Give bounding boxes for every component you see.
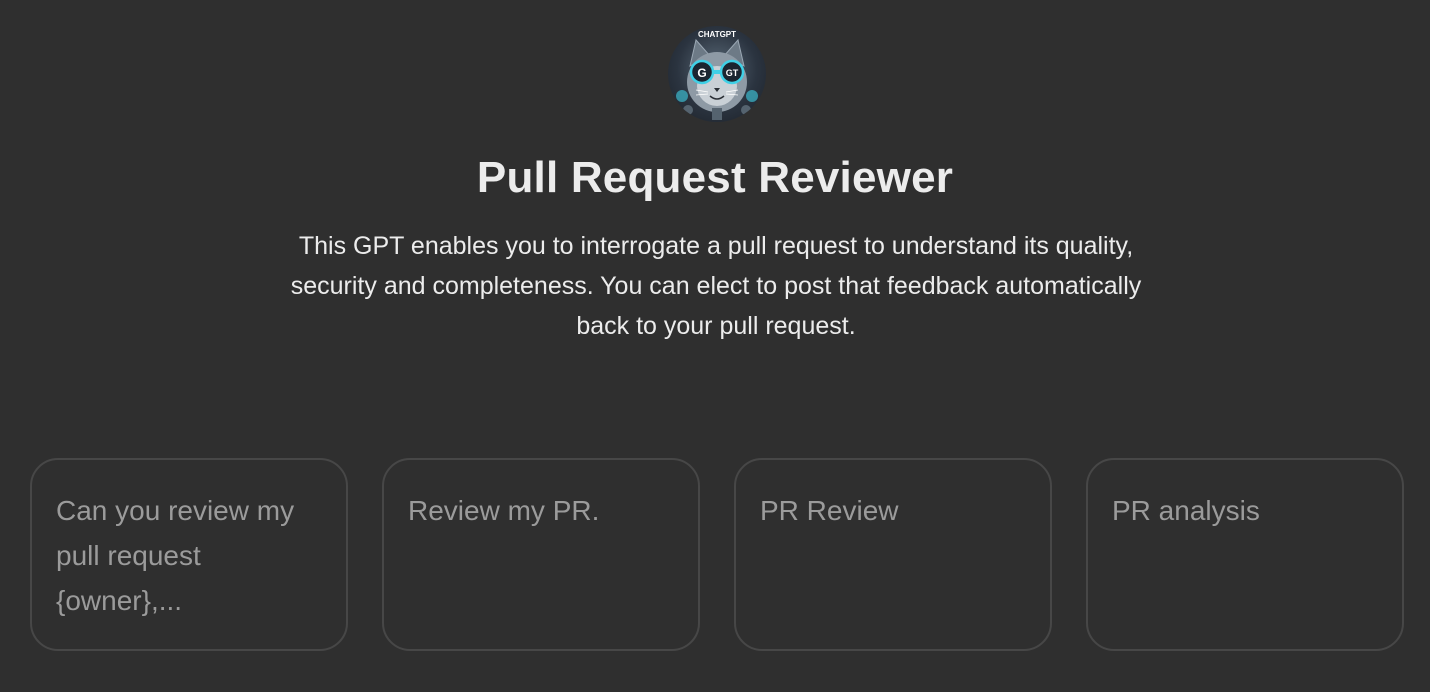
conversation-starter-1[interactable]: Can you review my pull request {owner},.… xyxy=(30,458,348,651)
gpt-title: Pull Request Reviewer xyxy=(476,153,954,202)
gpt-description: This GPT enables you to interrogate a pu… xyxy=(290,232,1142,340)
conversation-starter-2[interactable]: Review my PR. xyxy=(382,458,700,651)
conversation-starter-4[interactable]: PR analysis xyxy=(1086,458,1404,651)
avatar-glasses-left-text: G xyxy=(697,66,706,80)
gpt-home-page: G GT CHATGPT Pull Request Reviewer This … xyxy=(0,0,1430,692)
conversation-starter-3[interactable]: PR Review xyxy=(734,458,1052,651)
starter-label: PR Review xyxy=(760,495,899,526)
cat-robot-avatar-icon: G GT CHATGPT xyxy=(676,30,758,120)
gpt-avatar: G GT CHATGPT xyxy=(668,26,766,122)
starter-label: Can you review my pull request {owner},.… xyxy=(56,495,295,616)
starter-label: Review my PR. xyxy=(408,495,600,526)
avatar-brand-text: CHATGPT xyxy=(698,30,736,39)
avatar-glasses-right-text: GT xyxy=(726,68,739,78)
starter-label: PR analysis xyxy=(1112,495,1260,526)
